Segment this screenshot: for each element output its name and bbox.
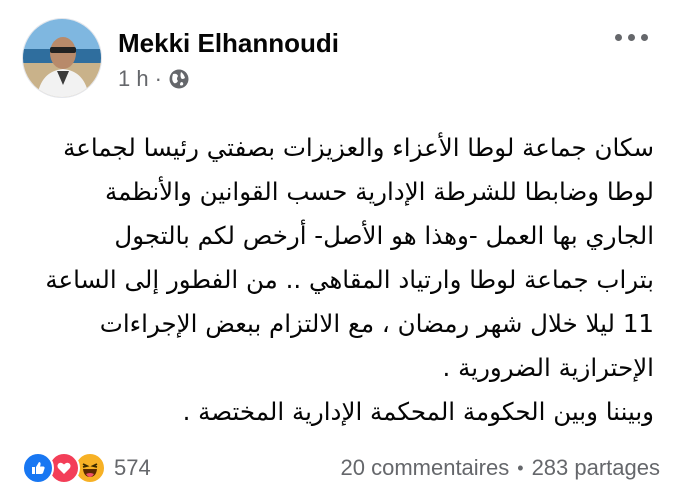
dot (615, 34, 622, 41)
dot (641, 34, 648, 41)
globe-icon (168, 68, 190, 90)
reactions-summary[interactable]: 574 (22, 452, 151, 484)
post-header: Mekki Elhannoudi 1 h · (22, 18, 662, 98)
more-options-button[interactable] (615, 34, 648, 41)
post-line: الجاري بها العمل -وهذا هو الأصل- أرخص لك… (114, 221, 654, 250)
like-icon (22, 452, 54, 484)
post-text: سكان جماعة لوطا الأعزاء والعزيزات بصفتي … (22, 126, 654, 434)
post-line: وبيننا وبين الحكومة المحكمة الإدارية الم… (182, 397, 654, 426)
post-line: 11 ليلا خلال شهر رمضان ، مع الالتزام ببع… (99, 309, 654, 338)
post-line: سكان جماعة لوطا الأعزاء والعزيزات بصفتي … (63, 133, 654, 162)
post-meta: 1 h · (118, 66, 190, 92)
shares-link[interactable]: 283 partages (532, 455, 660, 481)
author-name[interactable]: Mekki Elhannoudi (118, 28, 339, 59)
meta-separator: · (154, 66, 162, 91)
dot (628, 34, 635, 41)
avatar[interactable] (22, 18, 102, 98)
engagement-stats: 20 commentaires • 283 partages (341, 455, 661, 481)
comments-link[interactable]: 20 commentaires (341, 455, 510, 481)
post-time[interactable]: 1 h (118, 66, 149, 92)
post-line: بتراب جماعة لوطا وارتياد المقاهي .. من ا… (45, 265, 654, 294)
stats-separator: • (517, 457, 524, 478)
reaction-count: 574 (114, 455, 151, 480)
post-line: لوطا وضابطا للشرطة الإدارية حسب القوانين… (104, 177, 654, 206)
post-footer: 574 20 commentaires • 283 partages (22, 448, 660, 488)
avatar-photo (23, 19, 101, 97)
post-line: الإحترازية الضرورية . (442, 353, 654, 382)
